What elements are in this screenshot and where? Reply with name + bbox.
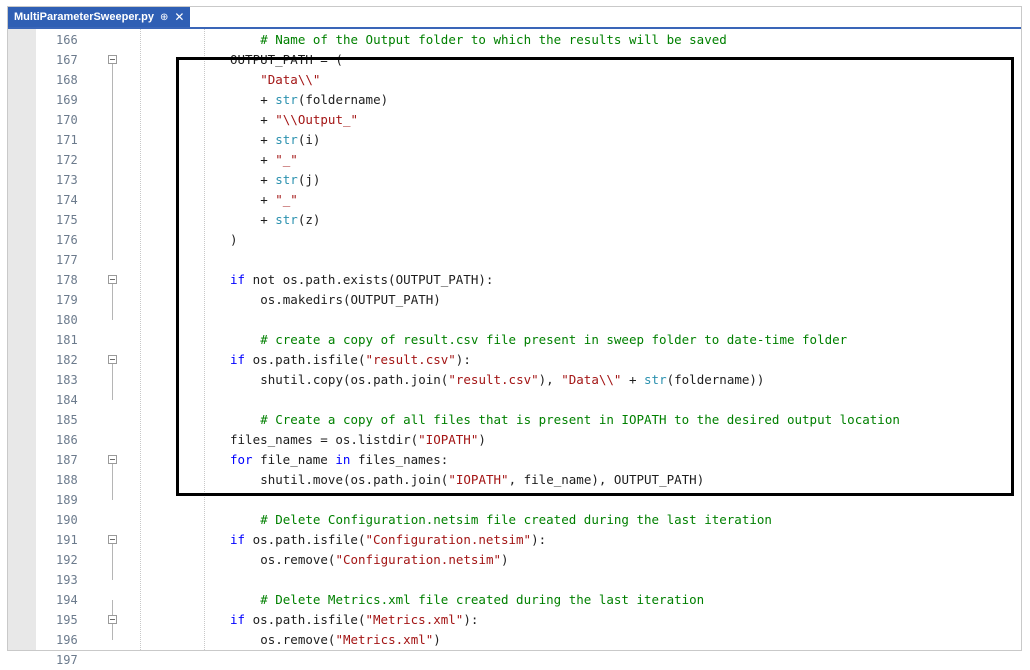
line-number: 177 [56,253,78,267]
line-number: 167 [56,53,78,67]
line-number: 194 [56,593,78,607]
tab-bar: MultiParameterSweeper.py ⊕ ✕ [8,7,1021,29]
line-number: 182 [56,353,78,367]
code-token: ): [463,612,479,627]
code-token: os.remove( [260,632,336,647]
line-number: 174 [56,193,78,207]
string-token: "Configuration.netsim" [335,552,502,567]
line-number: 186 [56,433,78,447]
line-number: 181 [56,333,78,347]
code-text: os.remove("Metrics.xml") [260,630,441,650]
fold-toggle-icon[interactable] [108,275,117,284]
line-number: 197 [56,653,78,667]
code-token: ) [501,552,509,567]
fold-toggle-icon[interactable] [108,55,117,64]
code-token: os.path.isfile( [245,532,366,547]
code-line[interactable]: 197 [8,650,1021,670]
line-number: 168 [56,73,78,87]
string-token: "Metrics.xml" [365,612,464,627]
keyword-token: if [230,532,246,547]
pin-icon[interactable]: ⊕ [160,12,168,23]
comment-token: # Name of the Output folder to which the… [260,32,727,47]
string-token: "Configuration.netsim" [365,532,532,547]
tab-title: MultiParameterSweeper.py [14,11,155,23]
line-number: 171 [56,133,78,147]
fold-toggle-icon[interactable] [108,455,117,464]
line-number: 166 [56,33,78,47]
code-token: os.path.isfile( [245,612,366,627]
code-text: # Delete Metrics.xml file created during… [260,590,704,610]
line-number: 175 [56,213,78,227]
code-line[interactable]: 196 os.remove("Metrics.xml") [8,630,1021,650]
comment-token: # Delete Configuration.netsim file creat… [260,512,772,527]
code-line[interactable]: 193 [8,570,1021,590]
line-number: 169 [56,93,78,107]
line-number: 193 [56,573,78,587]
line-number: 187 [56,453,78,467]
fold-toggle-icon[interactable] [108,615,117,624]
line-number: 184 [56,393,78,407]
code-line[interactable]: 194 # Delete Metrics.xml file created dur… [8,590,1021,610]
code-text: if os.path.isfile("Metrics.xml"): [230,610,478,630]
code-text: # Delete Configuration.netsim file creat… [260,510,772,530]
line-number: 180 [56,313,78,327]
line-number: 178 [56,273,78,287]
line-number: 176 [56,233,78,247]
fold-toggle-icon[interactable] [108,355,117,364]
code-text: os.remove("Configuration.netsim") [260,550,508,570]
keyword-token: if [230,612,246,627]
fold-toggle-icon[interactable] [108,535,117,544]
code-line[interactable]: 190 # Delete Configuration.netsim file cr… [8,510,1021,530]
code-line[interactable]: 192 os.remove("Configuration.netsim") [8,550,1021,570]
line-number: 192 [56,553,78,567]
line-number: 185 [56,413,78,427]
highlight-box [176,57,1014,496]
line-number: 189 [56,493,78,507]
line-number: 183 [56,373,78,387]
code-text: # Name of the Output folder to which the… [260,30,727,50]
editor-window: MultiParameterSweeper.py ⊕ ✕ 166 # Name o… [7,6,1022,667]
line-number: 196 [56,633,78,647]
line-number: 170 [56,113,78,127]
line-number: 190 [56,513,78,527]
code-text: if os.path.isfile("Configuration.netsim"… [230,530,546,550]
tab-multiparametersweeper[interactable]: MultiParameterSweeper.py ⊕ ✕ [8,7,191,27]
line-number: 188 [56,473,78,487]
code-line[interactable]: 191 if os.path.isfile("Configuration.nets… [8,530,1021,550]
code-token: ): [531,532,547,547]
code-token: ) [433,632,441,647]
code-token: os.remove( [260,552,336,567]
line-number: 173 [56,173,78,187]
code-line[interactable]: 195 if os.path.isfile("Metrics.xml"): [8,610,1021,630]
line-number: 191 [56,533,78,547]
line-number: 179 [56,293,78,307]
close-icon[interactable]: ✕ [174,10,184,24]
comment-token: # Delete Metrics.xml file created during… [260,592,705,607]
line-number: 172 [56,153,78,167]
line-number: 195 [56,613,78,627]
string-token: "Metrics.xml" [335,632,434,647]
code-line[interactable]: 166 # Name of the Output folder to which … [8,30,1021,50]
